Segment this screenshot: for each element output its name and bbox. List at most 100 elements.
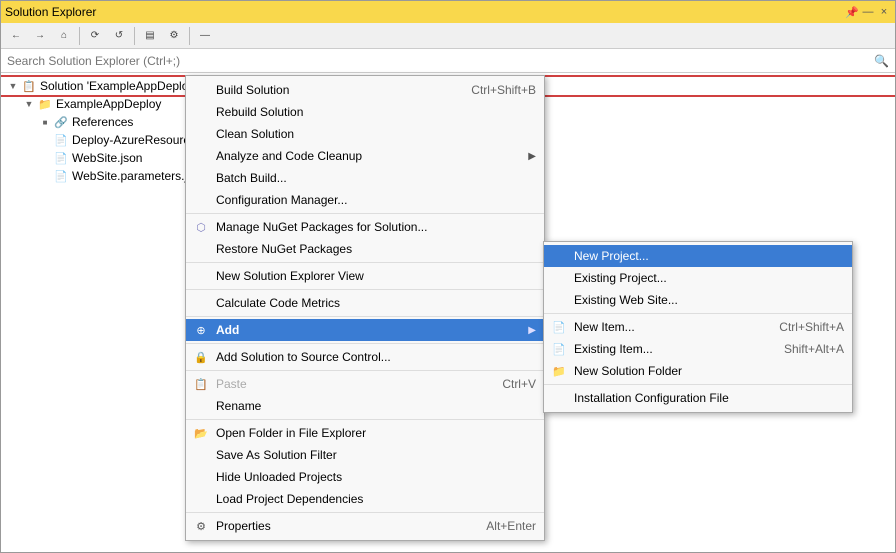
menu-item-loaddeps[interactable]: Load Project Dependencies [186, 488, 544, 510]
submenu-item-existingproject[interactable]: Existing Project... [544, 267, 852, 289]
installconfig-label: Installation Configuration File [574, 391, 844, 405]
menu-item-properties[interactable]: ⚙ Properties Alt+Enter [186, 515, 544, 537]
add-label: Add [216, 323, 528, 337]
menu-item-solutionview[interactable]: New Solution Explorer View [186, 265, 544, 287]
menu-sep-5 [186, 343, 544, 344]
menu-sep-2 [186, 262, 544, 263]
openfolder-label: Open Folder in File Explorer [216, 426, 536, 440]
menu-item-configmgr[interactable]: Configuration Manager... [186, 189, 544, 211]
expand-icon-project: ▼ [21, 99, 37, 109]
submenu-item-existingitem[interactable]: 📄 Existing Item... Shift+Alt+A [544, 338, 852, 360]
submenu-sep-1 [544, 313, 852, 314]
paste-shortcut: Ctrl+V [502, 377, 536, 391]
forward-button[interactable]: → [29, 25, 51, 47]
menu-item-addsource[interactable]: 🔒 Add Solution to Source Control... [186, 346, 544, 368]
website-json-icon: 📄 [53, 150, 69, 166]
search-bar: 🔍 [1, 49, 895, 73]
submenu-item-installconfig[interactable]: Installation Configuration File [544, 387, 852, 409]
references-icon: 🔗 [53, 114, 69, 130]
website-label: WebSite.json [72, 151, 142, 165]
toolbar: ← → ⌂ ⟳ ↺ ▤ ⚙ — [1, 23, 895, 49]
menu-sep-7 [186, 419, 544, 420]
menu-item-batchbuild[interactable]: Batch Build... [186, 167, 544, 189]
rebuild-label: Rebuild Solution [216, 105, 536, 119]
menu-sep-3 [186, 289, 544, 290]
analyze-arrow: ▶ [528, 151, 536, 162]
batchbuild-label: Batch Build... [216, 171, 536, 185]
submenu-item-newfolder[interactable]: 📁 New Solution Folder [544, 360, 852, 382]
collapse-button[interactable]: — [194, 25, 216, 47]
menu-item-openfolder[interactable]: 📂 Open Folder in File Explorer [186, 422, 544, 444]
solution-label: Solution 'ExampleAppDeploy' [40, 79, 197, 93]
search-input[interactable] [7, 54, 874, 68]
settings-button[interactable]: ⚙ [163, 25, 185, 47]
menu-sep-4 [186, 316, 544, 317]
menu-sep-1 [186, 213, 544, 214]
project-label: ExampleAppDeploy [56, 97, 161, 111]
menu-item-codemetrics[interactable]: Calculate Code Metrics [186, 292, 544, 314]
pin-button[interactable]: 📌 [845, 5, 859, 19]
solutionview-label: New Solution Explorer View [216, 269, 536, 283]
menu-item-build[interactable]: Build Solution Ctrl+Shift+B [186, 79, 544, 101]
deploy-file-icon: 📄 [53, 132, 69, 148]
addsource-label: Add Solution to Source Control... [216, 350, 536, 364]
menu-item-clean[interactable]: Clean Solution [186, 123, 544, 145]
filter-button[interactable]: ▤ [139, 25, 161, 47]
search-icon[interactable]: 🔍 [874, 54, 889, 68]
toolbar-separator-2 [134, 27, 135, 45]
submenu-item-newitem[interactable]: 📄 New Item... Ctrl+Shift+A [544, 316, 852, 338]
existingitem-shortcut: Shift+Alt+A [784, 342, 844, 356]
back-button[interactable]: ← [5, 25, 27, 47]
nuget-icon: ⬡ [192, 218, 210, 236]
submenu-item-existingwebsite[interactable]: Existing Web Site... [544, 289, 852, 311]
menu-item-paste[interactable]: 📋 Paste Ctrl+V [186, 373, 544, 395]
menu-sep-6 [186, 370, 544, 371]
project-icon: 📁 [37, 96, 53, 112]
configmgr-label: Configuration Manager... [216, 193, 536, 207]
expand-icon-references: ■ [37, 118, 53, 127]
menu-item-rename[interactable]: Rename [186, 395, 544, 417]
newfolder-label: New Solution Folder [574, 364, 844, 378]
build-shortcut: Ctrl+Shift+B [471, 83, 536, 97]
stop-button[interactable]: ↺ [108, 25, 130, 47]
window-title: Solution Explorer [5, 5, 96, 19]
context-menu: Build Solution Ctrl+Shift+B Rebuild Solu… [185, 75, 545, 541]
folder-icon: 📂 [192, 424, 210, 442]
toolbar-separator-3 [189, 27, 190, 45]
close-button[interactable]: × [877, 5, 891, 19]
newitem-icon: 📄 [550, 318, 568, 336]
existitem-icon: 📄 [550, 340, 568, 358]
menu-item-restore[interactable]: Restore NuGet Packages [186, 238, 544, 260]
hideunloaded-label: Hide Unloaded Projects [216, 470, 536, 484]
submenu-add: New Project... Existing Project... Exist… [543, 241, 853, 413]
existingitem-label: Existing Item... [574, 342, 764, 356]
menu-item-analyze[interactable]: Analyze and Code Cleanup ▶ [186, 145, 544, 167]
existingproject-label: Existing Project... [574, 271, 844, 285]
submenu-item-newproject[interactable]: New Project... [544, 245, 852, 267]
dock-button[interactable]: — [861, 5, 875, 19]
refresh-button[interactable]: ⟳ [84, 25, 106, 47]
toolbar-separator-1 [79, 27, 80, 45]
menu-item-rebuild[interactable]: Rebuild Solution [186, 101, 544, 123]
properties-shortcut: Alt+Enter [486, 519, 536, 533]
menu-item-hideunloaded[interactable]: Hide Unloaded Projects [186, 466, 544, 488]
savefilter-label: Save As Solution Filter [216, 448, 536, 462]
existingwebsite-label: Existing Web Site... [574, 293, 844, 307]
add-arrow: ▶ [528, 325, 536, 336]
paste-icon: 📋 [192, 375, 210, 393]
analyze-label: Analyze and Code Cleanup [216, 149, 528, 163]
build-label: Build Solution [216, 83, 451, 97]
menu-item-nuget[interactable]: ⬡ Manage NuGet Packages for Solution... [186, 216, 544, 238]
params-file-icon: 📄 [53, 168, 69, 184]
properties-icon: ⚙ [192, 517, 210, 535]
nuget-label: Manage NuGet Packages for Solution... [216, 220, 536, 234]
codemetrics-label: Calculate Code Metrics [216, 296, 536, 310]
menu-item-add[interactable]: ⊕ Add ▶ [186, 319, 544, 341]
newproject-label: New Project... [574, 249, 844, 263]
add-icon: ⊕ [192, 321, 210, 339]
home-button[interactable]: ⌂ [53, 25, 75, 47]
source-icon: 🔒 [192, 348, 210, 366]
menu-item-savefilter[interactable]: Save As Solution Filter [186, 444, 544, 466]
paste-label: Paste [216, 377, 482, 391]
solution-icon: 📋 [21, 78, 37, 94]
